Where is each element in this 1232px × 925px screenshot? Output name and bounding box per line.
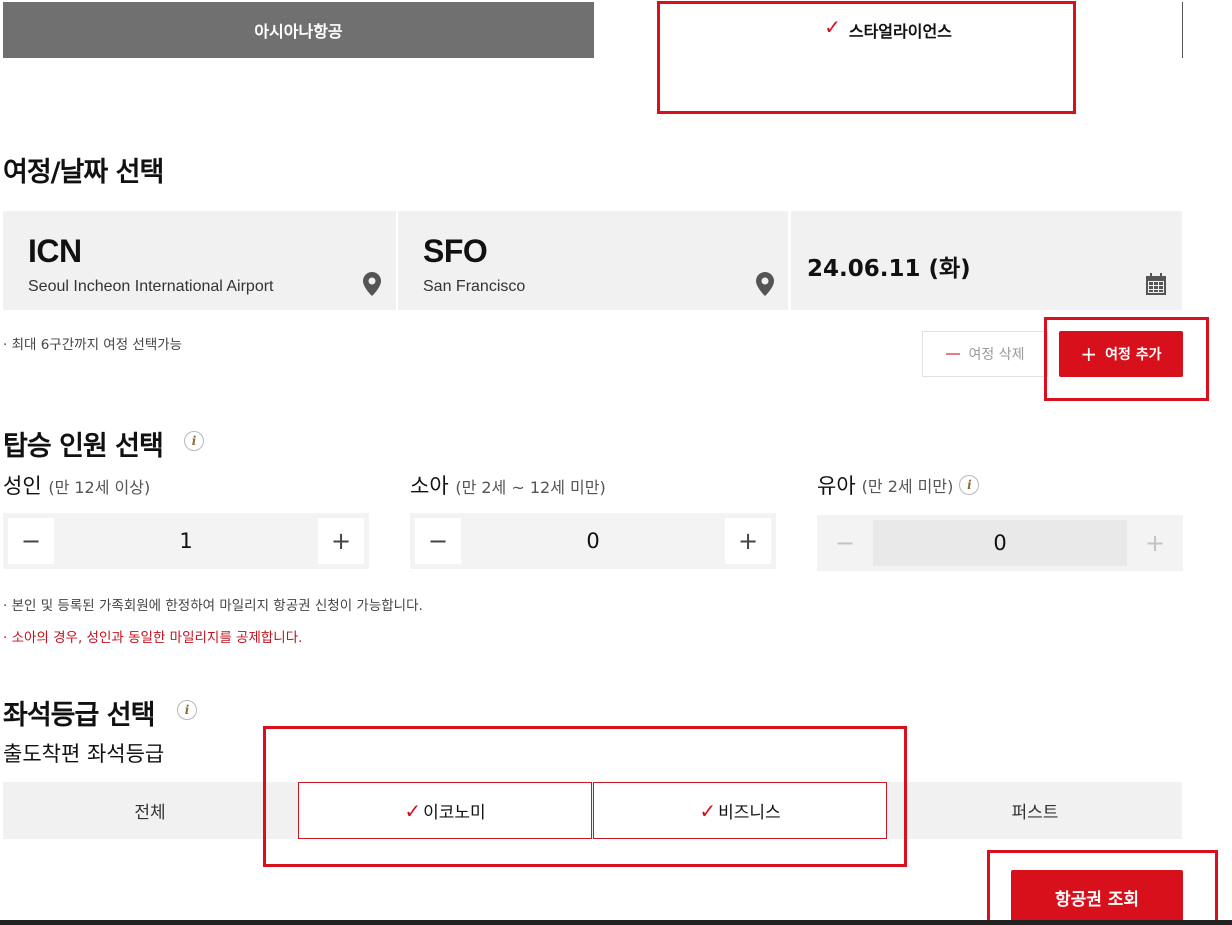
- cabin-option-label: 전체: [134, 803, 166, 823]
- infant-label-text: 유아: [817, 474, 856, 498]
- child-increment-button[interactable]: +: [725, 518, 771, 564]
- cabin-subtitle: 출도착편 좌석등급: [3, 742, 165, 766]
- destination-name: San Francisco: [423, 278, 526, 295]
- itinerary-title: 여정/날짜 선택: [3, 157, 164, 188]
- tab-star-alliance[interactable]: ✓ 스타얼라이언스: [594, 2, 1182, 58]
- cabin-title: 좌석등급 선택: [3, 700, 155, 731]
- cabin-option-label: 퍼스트: [1011, 803, 1059, 823]
- minus-icon: [945, 353, 960, 355]
- passengers-title: 탑승 인원 선택: [3, 431, 164, 462]
- passenger-note-2: · 소아의 경우, 성인과 동일한 마일리지를 공제합니다.: [3, 630, 303, 646]
- itinerary-note: · 최대 6구간까지 여정 선택가능: [3, 337, 183, 353]
- origin-selector[interactable]: ICN Seoul Incheon International Airport: [3, 211, 396, 310]
- cabin-option-label: 비즈니스: [718, 803, 781, 823]
- child-stepper: − 0 +: [410, 513, 776, 569]
- child-label-text: 소아: [410, 474, 449, 498]
- infant-stepper: − 0 +: [817, 515, 1183, 571]
- adult-increment-button[interactable]: +: [318, 518, 364, 564]
- search-flights-label: 항공권 조회: [1054, 890, 1140, 910]
- departure-date: 24.06.11 (화): [807, 256, 971, 282]
- tab-star-alliance-label: 스타얼라이언스: [848, 22, 952, 41]
- child-count: 0: [586, 529, 600, 553]
- adult-decrement-button[interactable]: −: [8, 518, 54, 564]
- delete-itinerary-label: 여정 삭제: [968, 347, 1025, 363]
- tab-asiana-label: 아시아나항공: [254, 22, 343, 41]
- location-pin-icon: [756, 272, 774, 296]
- cabin-option-all[interactable]: 전체: [3, 782, 297, 839]
- infant-increment-button[interactable]: +: [1132, 520, 1178, 566]
- tab-asiana[interactable]: 아시아나항공: [3, 2, 594, 58]
- adult-stepper: − 1 +: [3, 513, 369, 569]
- check-icon: ✓: [699, 798, 717, 823]
- cabin-option-label: 이코노미: [423, 803, 486, 823]
- passenger-note-1: · 본인 및 등록된 가족회원에 한정하여 마일리지 항공권 신청이 가능합니다…: [3, 598, 423, 614]
- infant-label-sub: (만 2세 미만): [861, 477, 954, 496]
- info-icon[interactable]: i: [177, 700, 197, 720]
- adult-label-sub: (만 12세 이상): [48, 478, 151, 497]
- tab-divider: [1182, 2, 1183, 58]
- destination-code: SFO: [423, 233, 488, 269]
- location-pin-icon: [363, 272, 381, 296]
- search-flights-button[interactable]: 항공권 조회: [1011, 870, 1183, 925]
- child-decrement-button[interactable]: −: [415, 518, 461, 564]
- add-itinerary-button[interactable]: + 여정 추가: [1059, 331, 1183, 377]
- origin-code: ICN: [28, 233, 82, 269]
- add-itinerary-label: 여정 추가: [1105, 347, 1162, 363]
- check-icon: ✓: [404, 798, 422, 823]
- child-label: 소아 (만 2세 ~ 12세 미만): [410, 470, 606, 500]
- infant-count: 0: [873, 520, 1127, 566]
- adult-label-text: 성인: [3, 474, 42, 498]
- destination-selector[interactable]: SFO San Francisco: [398, 211, 788, 310]
- delete-itinerary-button[interactable]: 여정 삭제: [922, 331, 1048, 377]
- cabin-option-first[interactable]: 퍼스트: [888, 782, 1182, 839]
- cabin-option-business[interactable]: ✓ 비즈니스: [593, 782, 887, 839]
- info-icon[interactable]: i: [959, 475, 980, 495]
- infant-decrement-button[interactable]: −: [822, 520, 868, 566]
- adult-label: 성인 (만 12세 이상): [3, 470, 150, 500]
- calendar-icon: [1146, 273, 1166, 295]
- cabin-option-economy[interactable]: ✓ 이코노미: [298, 782, 592, 839]
- infant-label: 유아 (만 2세 미만) i: [817, 470, 980, 500]
- child-label-sub: (만 2세 ~ 12세 미만): [455, 478, 606, 497]
- adult-count: 1: [179, 529, 193, 553]
- bottom-scrollbar: [0, 920, 1232, 925]
- plus-icon: +: [1080, 342, 1098, 366]
- info-icon[interactable]: i: [184, 431, 204, 451]
- date-selector[interactable]: 24.06.11 (화): [791, 211, 1182, 310]
- origin-name: Seoul Incheon International Airport: [28, 278, 274, 295]
- check-icon: ✓: [824, 15, 841, 39]
